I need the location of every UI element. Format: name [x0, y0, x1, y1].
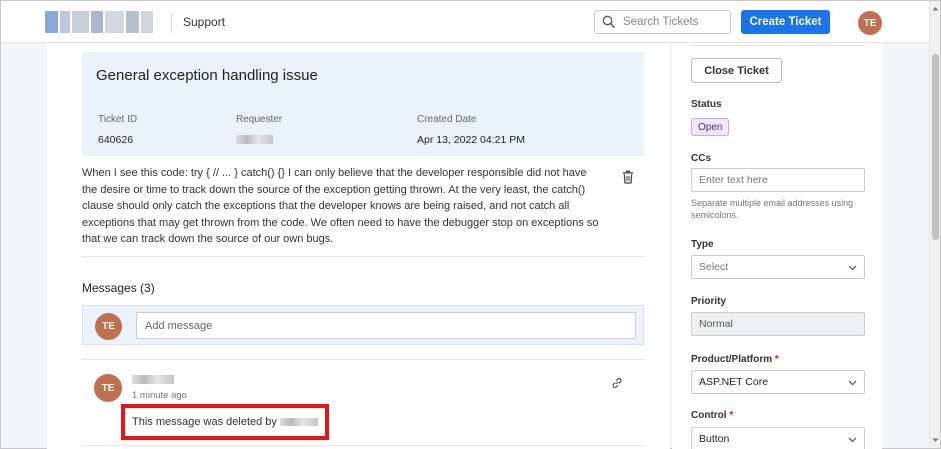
chevron-down-icon [848, 265, 857, 271]
deleted-message-highlight: This message was deleted by [121, 404, 329, 440]
ticket-summary-card: General exception handling issue Ticket … [82, 52, 644, 156]
messages-heading: Messages (3) [82, 281, 155, 295]
product-platform-select[interactable]: ASP.NET Core [691, 370, 865, 394]
section-divider [82, 256, 644, 257]
search-input[interactable] [623, 16, 723, 28]
chevron-down-icon [848, 380, 857, 386]
type-select[interactable]: Select [691, 255, 865, 279]
priority-field: Normal [691, 312, 865, 336]
status-label: Status [691, 99, 722, 110]
ccs-hint: Separate multiple email addresses using … [691, 198, 854, 220]
ccs-input[interactable] [699, 174, 849, 186]
composer-avatar: TE [95, 313, 122, 340]
required-marker: * [729, 410, 734, 421]
status-badge: Open [691, 118, 730, 136]
scroll-up-arrow-icon[interactable] [930, 3, 941, 14]
message-timestamp: 1 minute ago [132, 390, 187, 401]
search-icon [595, 11, 623, 33]
ccs-label: CCs [691, 153, 712, 164]
created-date-value: Apr 13, 2022 04:21 PM [417, 134, 525, 146]
control-value: Button [699, 433, 730, 445]
user-avatar[interactable]: TE [858, 11, 882, 35]
ticket-id-value: 640626 [98, 134, 134, 146]
deleted-by-name-redacted [279, 418, 318, 426]
control-select[interactable]: Button [691, 427, 865, 449]
company-logo[interactable] [45, 11, 153, 33]
page-scrollbar[interactable] [929, 1, 940, 448]
deleted-message-text: This message was deleted by [132, 416, 277, 428]
priority-label: Priority [691, 296, 727, 307]
control-label: Control * [691, 410, 734, 421]
ticket-main-panel: General exception handling issue Ticket … [47, 43, 670, 449]
message-composer: TE [82, 305, 644, 345]
ticket-id-label: Ticket ID [98, 114, 138, 125]
sidebar-divider [691, 45, 865, 46]
ticket-title: General exception handling issue [96, 67, 318, 84]
type-label: Type [691, 239, 714, 250]
top-navigation-bar: Support Create Ticket TE [1, 1, 929, 43]
priority-value: Normal [699, 318, 733, 330]
scroll-down-arrow-icon[interactable] [930, 435, 941, 446]
add-message-input[interactable] [136, 312, 636, 339]
requester-value-redacted [236, 135, 273, 147]
trash-icon[interactable] [622, 170, 634, 184]
scrollbar-thumb[interactable] [932, 54, 939, 240]
required-marker: * [774, 354, 779, 365]
header-divider [171, 13, 172, 33]
product-platform-label: Product/Platform * [691, 354, 779, 365]
ticket-properties-sidebar: Close Ticket Status Open CCs Separate mu… [672, 43, 882, 449]
created-date-label: Created Date [417, 114, 477, 125]
requester-label: Requester [236, 114, 283, 125]
message-author-name-redacted [132, 375, 174, 384]
chevron-down-icon [848, 437, 857, 443]
section-divider [82, 445, 644, 446]
close-ticket-button[interactable]: Close Ticket [691, 58, 782, 83]
section-divider [82, 359, 644, 360]
support-nav-label[interactable]: Support [183, 15, 225, 29]
product-platform-value: ASP.NET Core [699, 376, 769, 388]
type-select-value: Select [699, 261, 729, 273]
create-ticket-button[interactable]: Create Ticket [741, 10, 830, 34]
search-tickets-box[interactable] [594, 10, 731, 34]
ccs-field[interactable] [691, 168, 865, 192]
link-icon[interactable] [611, 376, 623, 388]
message-author-avatar: TE [94, 374, 122, 402]
ticket-description: When I see this code: try { // ... } cat… [82, 167, 599, 245]
